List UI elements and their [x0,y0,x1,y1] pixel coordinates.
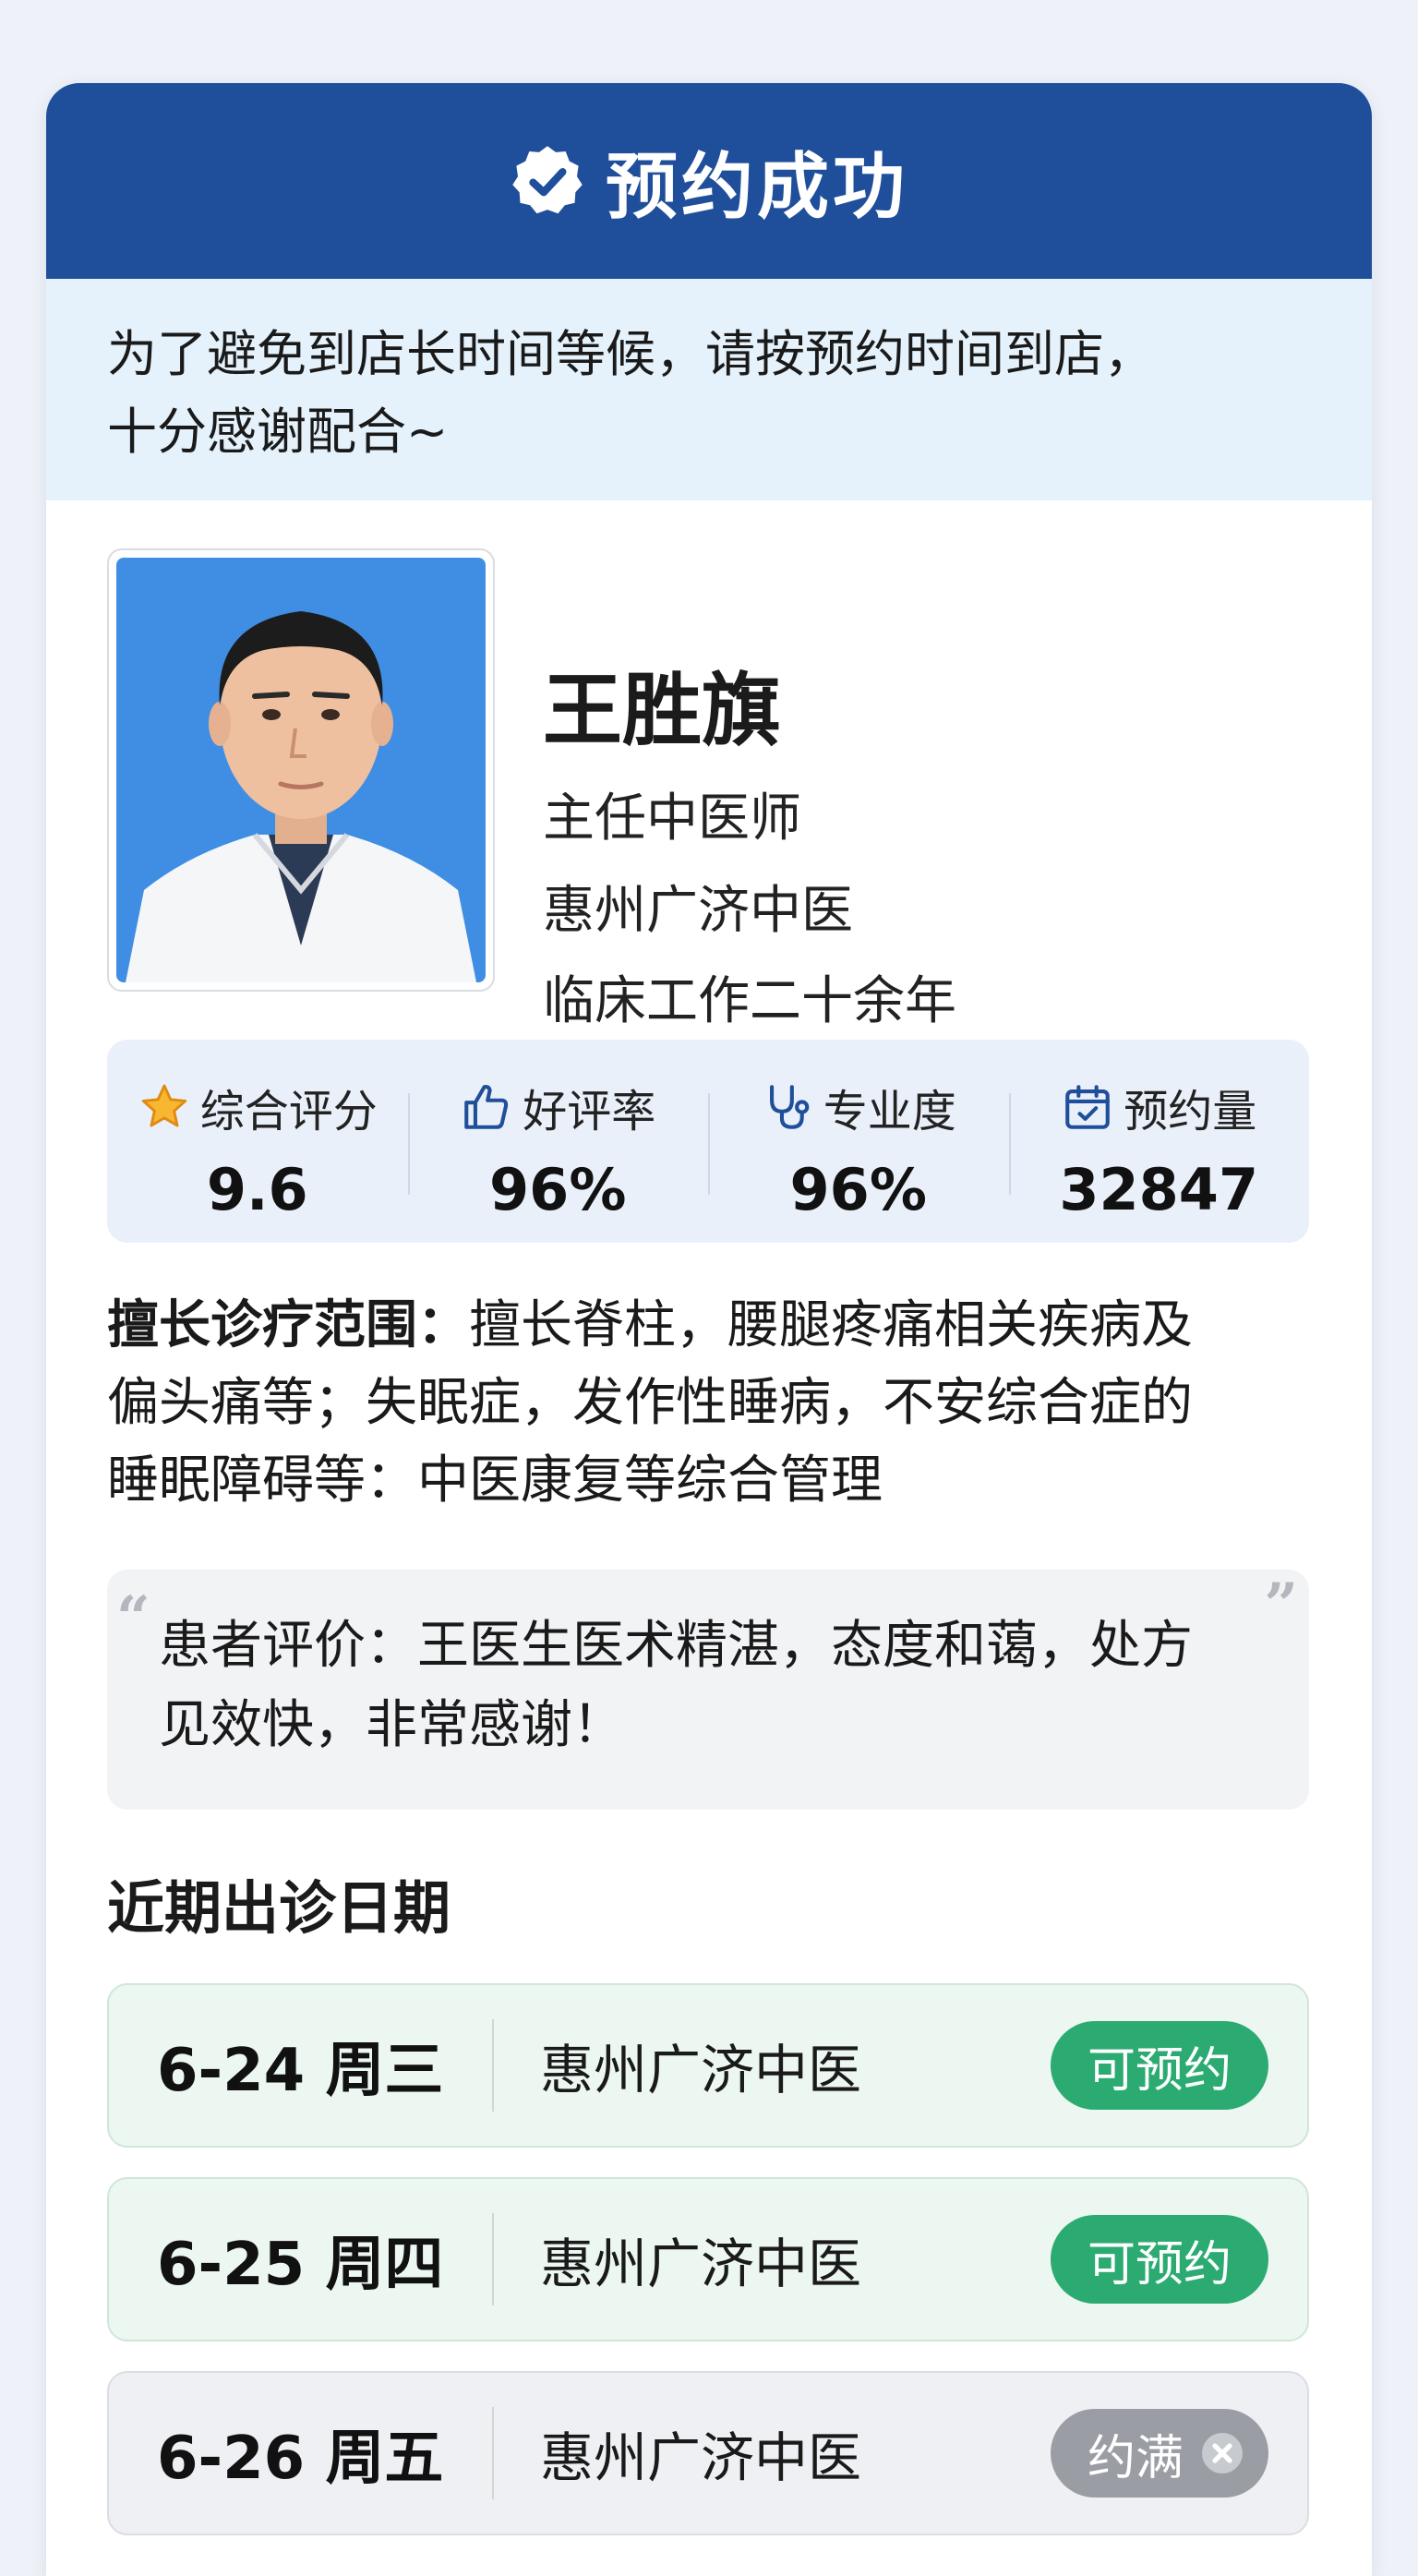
stat-positive-rate: 好评率 96% [407,1040,709,1243]
schedule-clinic: 惠州广济中医 [540,2233,862,2295]
schedule-title: 近期出诊日期 [107,1874,451,1942]
stat-professionalism: 专业度 96% [708,1040,1009,1243]
doctor-name: 王胜旗 [543,665,781,757]
stat-value: 32847 [1059,1156,1259,1223]
stat-value: 9.6 [206,1156,308,1223]
page-title: 预约成功 [605,146,908,229]
calendar-check-icon [1065,1085,1111,1129]
stat-label: 专业度 [823,1086,956,1138]
stat-value: 96% [789,1156,927,1223]
schedule-row[interactable]: 6-24 周三 惠州广济中医 可预约 [107,1983,1309,2148]
specialty-label: 擅长诊疗范围： [107,1295,469,1355]
book-button[interactable]: 可预约 [1050,2021,1268,2110]
close-circle-icon [1202,2433,1243,2474]
review-text: 见效快，非常感谢！ [159,1695,624,1755]
success-header: 预约成功 [46,83,1372,279]
close-quote-icon: ” [1264,1571,1298,1640]
doctor-experience: 临床工作二十余年 [543,971,956,1031]
stat-appointments: 预约量 32847 [1008,1040,1310,1243]
stat-rating: 综合评分 9.6 [107,1040,408,1243]
schedule-date: 6-25 周四 [157,2231,444,2299]
schedule-clinic: 惠州广济中医 [540,2039,862,2101]
specialty-text: 偏头痛等；失眠症，发作性睡病，不安综合症的 [107,1373,1193,1433]
specialty-description: 擅长诊疗范围：擅长脊柱，腰腿疼痛相关疾病及 偏头痛等；失眠症，发作性睡病，不安综… [107,1287,1326,1520]
doctor-clinic: 惠州广济中医 [543,881,853,941]
doctor-title: 主任中医师 [543,788,801,849]
doctor-photo [107,548,495,992]
arrival-notice: 为了避免到店长时间等候，请按预约时间到店， 十分感谢配合~ [46,279,1372,500]
stat-value: 96% [489,1156,627,1223]
open-quote-icon: “ [116,1583,150,1653]
patient-review: “ ” 患者评价：王医生医术精湛，态度和蔼，处方 见效快，非常感谢！ [107,1570,1309,1810]
appointment-card: 预约成功 为了避免到店长时间等候，请按预约时间到店， 十分感谢配合~ 王胜旗 主… [46,83,1372,2576]
doctor-stats: 综合评分 9.6 好评率 96% 专业度 96% 预约量 32847 [107,1040,1309,1243]
schedule-date: 6-26 周五 [157,2425,444,2493]
notice-line: 十分感谢配合~ [107,403,449,461]
notice-line: 为了避免到店长时间等候，请按预约时间到店， [107,325,1154,383]
specialty-text: 睡眠障碍等：中医康复等综合管理 [107,1451,883,1511]
fully-booked-label: 约满 [1087,2430,1184,2486]
stat-label: 综合评分 [199,1086,378,1138]
star-icon [141,1084,186,1127]
stat-label: 好评率 [523,1086,656,1138]
fully-booked-badge: 约满 [1050,2409,1268,2498]
stat-label: 预约量 [1124,1086,1257,1138]
thumbs-up-icon [464,1084,509,1129]
verified-check-icon [512,146,583,214]
specialty-text: 擅长脊柱，腰腿疼痛相关疾病及 [469,1295,1193,1355]
schedule-row: 6-26 周五 惠州广济中医 约满 [107,2371,1309,2535]
schedule-row[interactable]: 6-25 周四 惠州广济中医 可预约 [107,2177,1309,2341]
stethoscope-icon [769,1085,810,1129]
schedule-clinic: 惠州广济中医 [540,2426,862,2489]
schedule-date: 6-24 周三 [157,2037,444,2105]
doctor-portrait-image [116,558,486,982]
review-text: 患者评价：王医生医术精湛，态度和蔼，处方 [159,1616,1193,1676]
book-button[interactable]: 可预约 [1050,2215,1268,2304]
